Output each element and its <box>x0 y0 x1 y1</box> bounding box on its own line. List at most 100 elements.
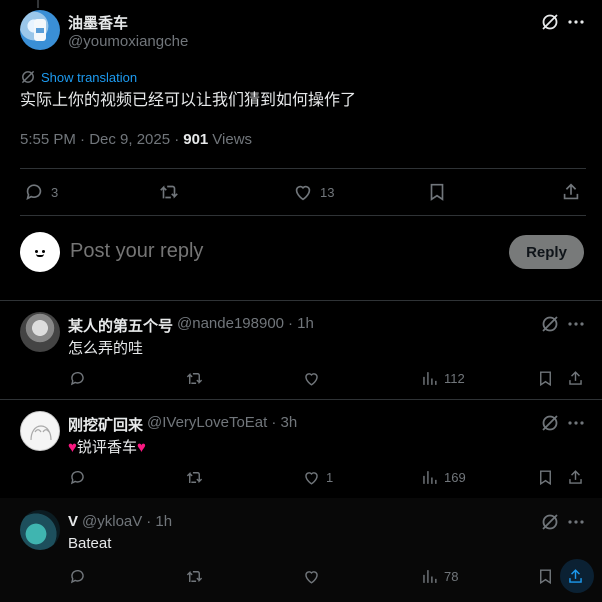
share-icon <box>566 468 585 487</box>
share-button[interactable] <box>560 180 582 204</box>
tweet-timestamp[interactable]: 5:55 PM · Dec 9, 2025 · <box>20 131 179 148</box>
reply-count: 3 <box>51 184 59 200</box>
like-icon <box>302 468 321 487</box>
views-count: 78 <box>444 568 459 584</box>
reply-icon <box>68 468 87 487</box>
views-count: 901 <box>183 131 209 148</box>
share-icon <box>560 181 582 203</box>
divider <box>20 215 586 216</box>
author-handle[interactable]: @youmoxiangche <box>68 33 188 50</box>
tweet-text: 实际上你的视频已经可以让我们猜到如何操作了 <box>20 92 357 109</box>
reply-text: ♥锐评香车♥ <box>68 439 146 456</box>
reply-text: Bateat <box>68 535 112 552</box>
author-avatar[interactable] <box>20 10 60 50</box>
grok-icon[interactable] <box>540 314 560 334</box>
more-icon[interactable] <box>566 413 586 433</box>
author-name[interactable]: 油墨香车 <box>68 12 128 33</box>
like-icon <box>292 181 314 203</box>
retweet-icon <box>158 181 180 203</box>
like-count: 13 <box>320 184 335 200</box>
views-count: 169 <box>444 469 466 485</box>
views-button[interactable]: 169 <box>420 467 466 487</box>
grok-icon[interactable] <box>540 413 560 433</box>
reply-avatar[interactable] <box>20 510 60 550</box>
reply-author-handle[interactable]: @IVeryLoveToEat <box>147 414 267 435</box>
reply-time[interactable]: · 1h <box>146 513 172 530</box>
grok-icon[interactable] <box>540 12 560 32</box>
like-icon <box>302 567 321 586</box>
reply-actions: 112 <box>68 368 586 388</box>
reply-time[interactable]: · 1h <box>288 315 314 336</box>
share-button[interactable] <box>566 566 585 586</box>
bookmark-button[interactable] <box>536 467 555 487</box>
like-icon <box>302 369 321 388</box>
reply-item[interactable]: 某人的第五个号 @nande198900 · 1h 怎么弄的哇 112 <box>0 300 602 399</box>
translate-icon <box>20 69 36 85</box>
reply-author-handle[interactable]: @nande198900 <box>177 315 284 336</box>
share-button[interactable] <box>566 467 585 487</box>
reply-button[interactable] <box>68 368 87 388</box>
reply-avatar[interactable] <box>20 312 60 352</box>
share-button[interactable] <box>566 368 585 388</box>
grok-icon[interactable] <box>540 512 560 532</box>
bookmark-icon <box>426 181 448 203</box>
bookmark-button[interactable] <box>536 566 555 586</box>
views-button[interactable]: 112 <box>420 368 465 388</box>
like-button[interactable] <box>302 566 321 586</box>
reply-icon <box>68 567 87 586</box>
like-count: 1 <box>326 469 334 485</box>
thread-connector-line <box>37 0 39 8</box>
views-icon <box>420 369 439 388</box>
reply-item[interactable]: V @ykloaV · 1h Bateat 78 <box>0 498 602 602</box>
retweet-icon <box>185 369 204 388</box>
bookmark-button[interactable] <box>426 180 448 204</box>
reply-author-name[interactable]: V <box>68 513 78 530</box>
bookmark-icon <box>536 369 555 388</box>
reply-item[interactable]: 刚挖矿回来 @IVeryLoveToEat · 3h ♥锐评香车♥ 1 169 <box>0 399 602 498</box>
retweet-button[interactable] <box>185 566 204 586</box>
views-label: Views <box>212 131 253 148</box>
more-icon[interactable] <box>566 512 586 532</box>
share-icon <box>566 567 585 586</box>
tweet-actions: 3 13 <box>20 180 586 204</box>
reply-icon <box>68 369 87 388</box>
views-button[interactable]: 78 <box>420 566 458 586</box>
more-icon[interactable] <box>566 314 586 334</box>
retweet-button[interactable] <box>185 467 204 487</box>
reply-time[interactable]: · 3h <box>271 414 297 435</box>
views-count: 112 <box>444 370 465 386</box>
views-icon <box>420 567 439 586</box>
reply-submit-button[interactable]: Reply <box>509 235 584 269</box>
bookmark-icon <box>536 567 555 586</box>
show-translation-link[interactable]: Show translation <box>20 68 137 86</box>
like-button[interactable]: 1 <box>302 467 333 487</box>
retweet-button[interactable] <box>185 368 204 388</box>
bookmark-icon <box>536 468 555 487</box>
reply-header: V @ykloaV · 1h <box>68 513 172 530</box>
views-icon <box>420 468 439 487</box>
like-button[interactable]: 13 <box>292 180 334 204</box>
reply-author-handle[interactable]: @ykloaV <box>82 513 142 530</box>
reply-button[interactable]: 3 <box>23 180 58 204</box>
retweet-button[interactable] <box>158 180 180 204</box>
more-icon[interactable] <box>566 12 586 32</box>
reply-button[interactable] <box>68 467 87 487</box>
reply-author-name[interactable]: 刚挖矿回来 <box>68 414 143 435</box>
reply-header: 某人的第五个号 @nande198900 · 1h <box>68 315 314 336</box>
reply-button[interactable] <box>68 566 87 586</box>
reply-header: 刚挖矿回来 @IVeryLoveToEat · 3h <box>68 414 297 435</box>
reply-input[interactable] <box>70 240 470 263</box>
like-button[interactable] <box>302 368 321 388</box>
current-user-avatar[interactable] <box>20 232 60 272</box>
reply-icon <box>23 181 45 203</box>
tweet-meta: 5:55 PM · Dec 9, 2025 · 901 Views <box>20 131 252 148</box>
divider <box>20 168 586 169</box>
bookmark-button[interactable] <box>536 368 555 388</box>
reply-actions: 1 169 <box>68 467 586 487</box>
reply-avatar[interactable] <box>20 411 60 451</box>
share-icon <box>566 369 585 388</box>
reply-author-name[interactable]: 某人的第五个号 <box>68 315 173 336</box>
retweet-icon <box>185 468 204 487</box>
reply-actions: 78 <box>68 566 586 586</box>
retweet-icon <box>185 567 204 586</box>
